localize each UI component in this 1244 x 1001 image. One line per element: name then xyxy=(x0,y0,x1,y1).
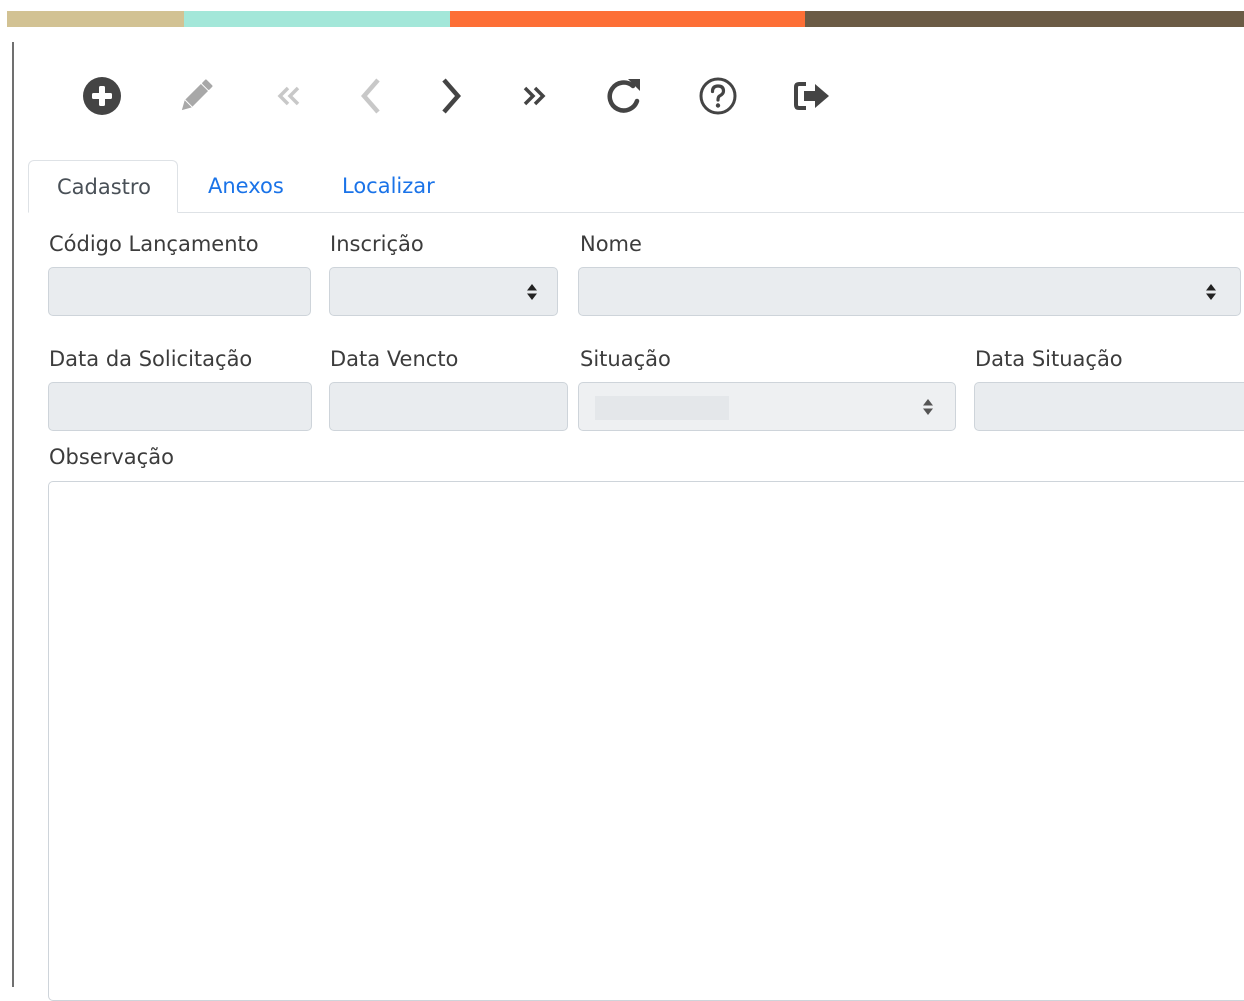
inscricao-label: Inscrição xyxy=(330,232,424,256)
data-vencto-field[interactable] xyxy=(329,382,568,431)
observacao-label: Observação xyxy=(49,445,174,469)
codigo-lancamento-label: Código Lançamento xyxy=(49,232,259,256)
brand-bar-segment-2 xyxy=(184,11,450,27)
data-situacao-field[interactable] xyxy=(974,382,1244,431)
situacao-value-highlight xyxy=(595,396,729,420)
tab-localizar[interactable]: Localizar xyxy=(342,160,435,213)
tab-label: Localizar xyxy=(342,174,435,198)
tab-label: Cadastro xyxy=(57,175,151,199)
previous-record-button[interactable] xyxy=(348,72,396,120)
chevron-left-icon xyxy=(354,76,390,116)
situacao-select[interactable] xyxy=(578,382,956,431)
help-icon xyxy=(697,75,739,117)
refresh-icon xyxy=(602,74,646,118)
brand-bar-segment-1 xyxy=(7,11,184,27)
double-chevron-left-icon xyxy=(271,78,307,114)
next-record-button[interactable] xyxy=(426,72,474,120)
pencil-icon xyxy=(175,75,217,117)
edit-button[interactable] xyxy=(172,72,220,120)
sign-out-icon xyxy=(791,75,833,117)
observacao-textarea[interactable] xyxy=(48,481,1244,1001)
left-divider xyxy=(12,42,14,987)
brand-bar-segment-3 xyxy=(450,11,805,27)
first-record-button[interactable] xyxy=(265,72,313,120)
data-solicitacao-field[interactable] xyxy=(48,382,312,431)
data-situacao-label: Data Situação xyxy=(975,347,1123,371)
plus-circle-icon xyxy=(81,75,123,117)
double-chevron-right-icon xyxy=(516,78,552,114)
nome-select[interactable] xyxy=(578,267,1241,316)
help-button[interactable] xyxy=(694,72,742,120)
nome-label: Nome xyxy=(580,232,642,256)
tab-anexos[interactable]: Anexos xyxy=(208,160,284,213)
sort-arrows-icon xyxy=(1205,283,1217,301)
tab-cadastro[interactable]: Cadastro xyxy=(28,160,178,213)
add-button[interactable] xyxy=(78,72,126,120)
inscricao-select[interactable] xyxy=(329,267,558,316)
refresh-button[interactable] xyxy=(600,72,648,120)
data-vencto-label: Data Vencto xyxy=(330,347,459,371)
chevron-right-icon xyxy=(432,76,468,116)
exit-button[interactable] xyxy=(788,72,836,120)
sort-arrows-icon xyxy=(526,283,538,301)
data-solicitacao-label: Data da Solicitação xyxy=(49,347,253,371)
brand-bar-segment-4 xyxy=(805,11,1244,27)
tab-label: Anexos xyxy=(208,174,284,198)
situacao-label: Situação xyxy=(580,347,671,371)
last-record-button[interactable] xyxy=(510,72,558,120)
sort-arrows-icon xyxy=(922,398,934,416)
codigo-lancamento-field[interactable] xyxy=(48,267,311,316)
